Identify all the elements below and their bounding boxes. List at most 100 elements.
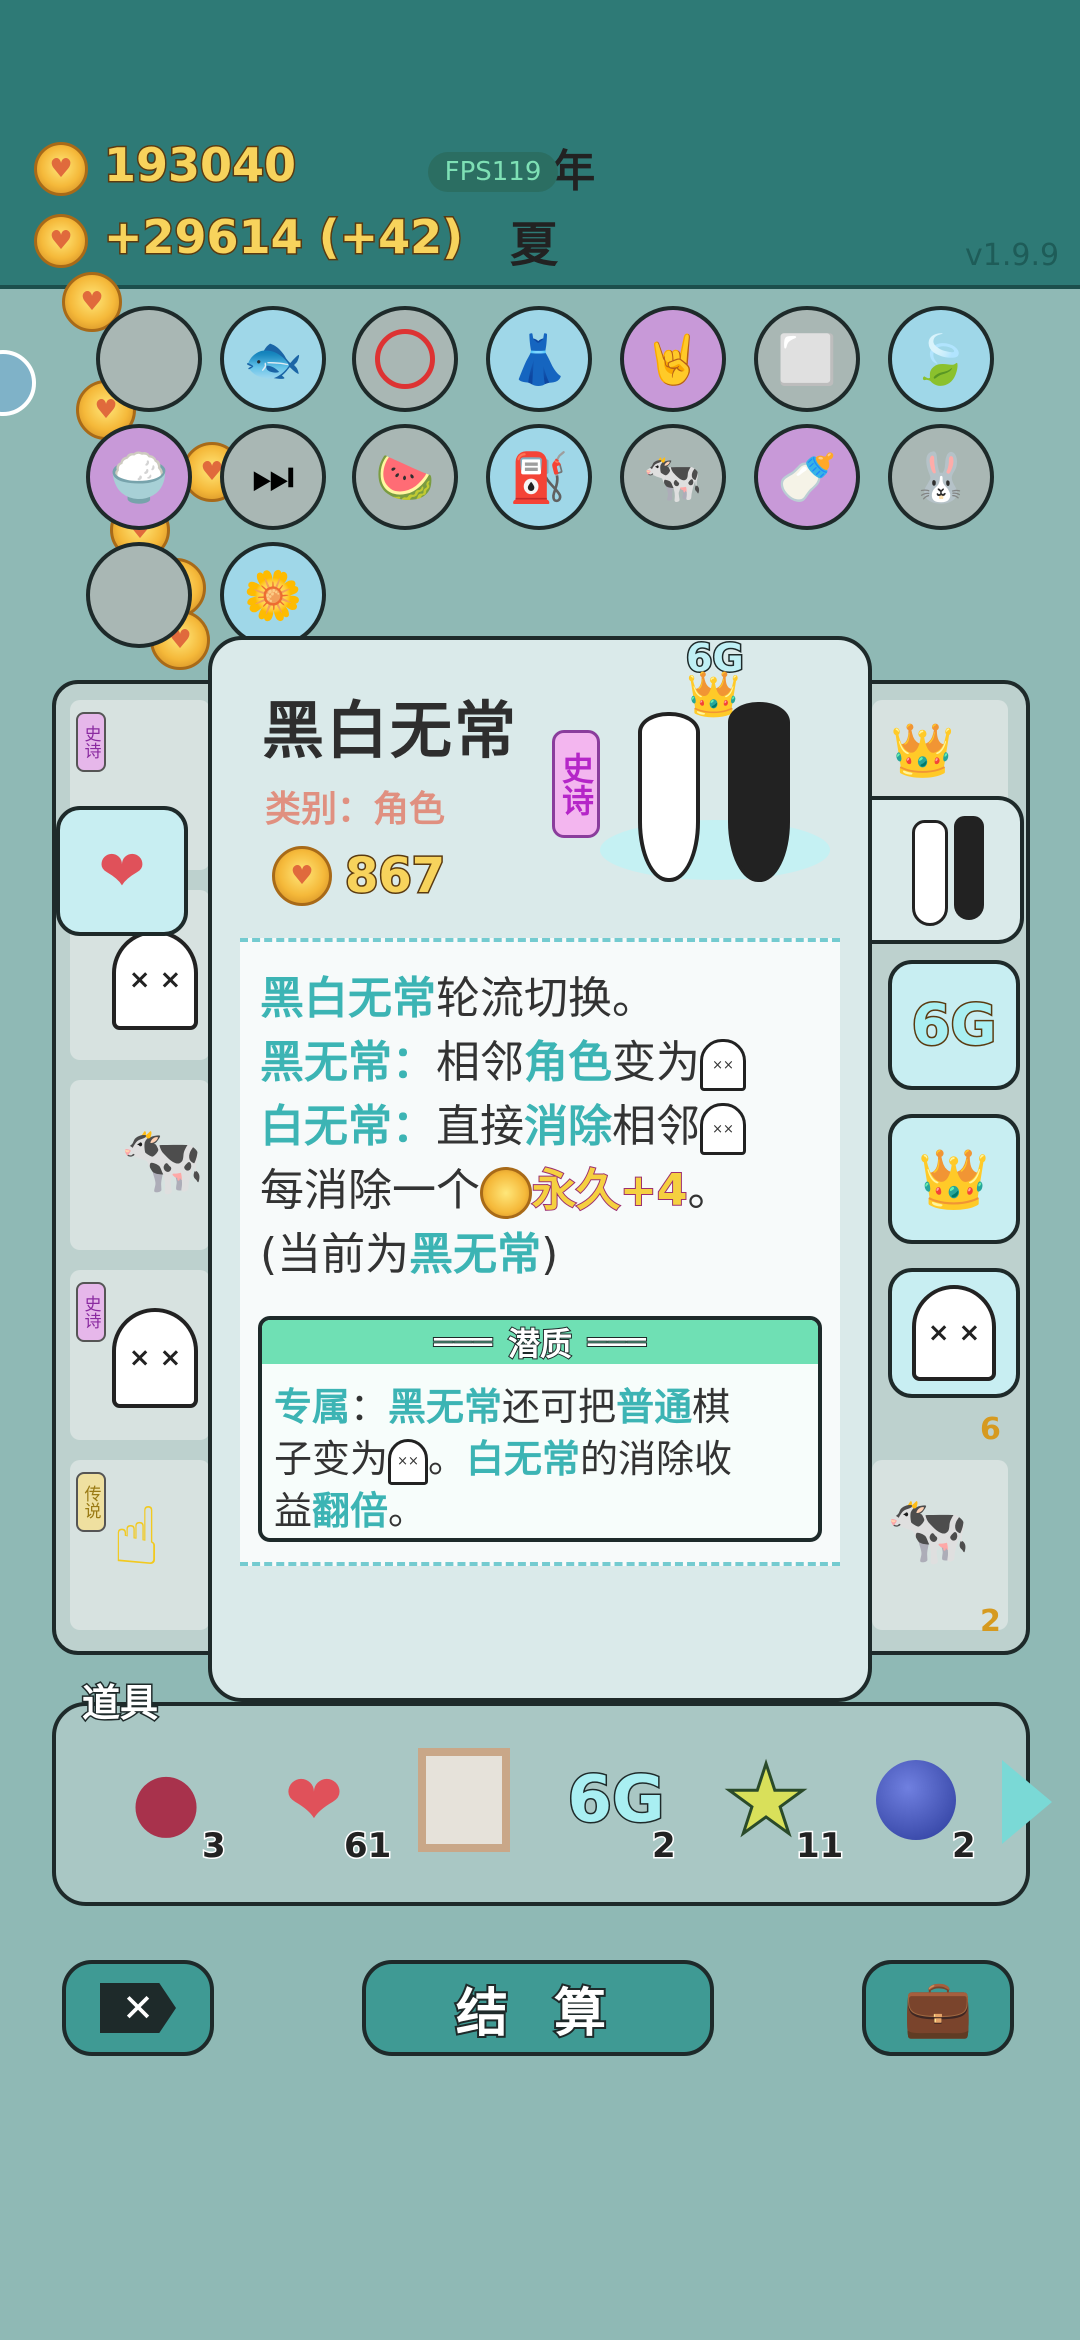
ghost-piece-icon[interactable]: × ×: [112, 1308, 198, 1408]
tab-ghost[interactable]: × ×: [888, 1268, 1020, 1398]
potential-text: ：: [350, 1385, 389, 1429]
desc-text: 变为: [612, 1037, 700, 1088]
coin-icon: [34, 214, 88, 268]
potential-keyword: 普通: [616, 1385, 693, 1429]
potential-text: 的消除收: [580, 1437, 733, 1481]
desc-text: 直接: [436, 1101, 524, 1152]
desc-keyword: 白无常：: [260, 1101, 436, 1152]
potential-text: 。: [388, 1489, 427, 1533]
price-coin-icon: [272, 846, 332, 906]
sleep-button[interactable]: [0, 350, 36, 416]
potential-text: 还可把: [502, 1385, 617, 1429]
potential-keyword: 专属: [274, 1385, 351, 1429]
liver-tab[interactable]: ❤: [56, 806, 188, 936]
desc-keyword: 角色: [524, 1037, 612, 1088]
black-impermanence-icon: [728, 702, 790, 882]
rarity-tag: 史诗: [76, 1282, 106, 1342]
potential-text: 子变为: [274, 1437, 389, 1481]
rock-hand-icon[interactable]: 🤘: [620, 306, 726, 412]
rarity-tag: 史诗: [76, 712, 106, 772]
air-pump-icon[interactable]: ⛽: [486, 424, 592, 530]
item-count: 11: [794, 1825, 844, 1868]
flower-pot-icon[interactable]: 🌼: [220, 542, 326, 648]
settle-button[interactable]: 结 算: [362, 1960, 714, 2056]
next-arrow-icon[interactable]: [1002, 1760, 1052, 1844]
potential-keyword: 白无常: [466, 1437, 581, 1481]
crown-icon: 👑: [917, 1144, 991, 1213]
sixg-icon: 6G: [910, 991, 998, 1059]
white-impermanence-icon: [638, 712, 700, 882]
desc-keyword: 永久+4: [531, 1164, 688, 1217]
potential-keyword: 翻倍: [312, 1489, 389, 1533]
cow-piece-icon[interactable]: 🐄: [886, 1490, 971, 1570]
goldfish-bowl-icon[interactable]: 🐟: [220, 306, 326, 412]
desc-text: 相邻: [436, 1037, 524, 1088]
watermelon-icon[interactable]: 🍉: [352, 424, 458, 530]
desc-text: 相邻: [612, 1101, 700, 1152]
delete-icon: ✕: [100, 1983, 176, 2033]
ghost-piece-icon[interactable]: × ×: [112, 930, 198, 1030]
ghost-icon: ××: [700, 1103, 746, 1155]
tab-character[interactable]: [872, 796, 1024, 944]
ghost-icon: ××: [388, 1438, 429, 1485]
desc-text: 轮流切换。: [436, 973, 656, 1024]
desc-text: (当前为: [260, 1229, 410, 1280]
crown-piece-icon[interactable]: 👑: [890, 720, 955, 781]
pointing-hand-icon[interactable]: ☝: [112, 1490, 161, 1583]
piece-count: 6: [980, 1412, 1001, 1447]
rarity-tag: 传说: [76, 1472, 106, 1532]
sixg-icon: 6G: [566, 1762, 666, 1839]
no-entry-icon[interactable]: [352, 306, 458, 412]
leaf-icon[interactable]: 🍃: [888, 306, 994, 412]
season-label: 夏: [510, 217, 559, 273]
white-impermanence-icon: [912, 820, 948, 926]
briefcase-icon: 💼: [903, 1976, 973, 2041]
desc-keyword: 黑无常: [409, 1229, 542, 1280]
item-title: 黑白无常: [262, 694, 519, 767]
lychee-icon: ●: [131, 1753, 201, 1847]
inventory-button[interactable]: 💼: [862, 1960, 1014, 2056]
desc-text: ): [541, 1229, 559, 1280]
cow-piece-icon[interactable]: 🐄: [120, 1120, 205, 1200]
rabbit-icon[interactable]: 🐰: [888, 424, 994, 530]
liver-icon: ❤: [98, 838, 146, 904]
potential-header: ═══ 潜质 ═══: [262, 1320, 818, 1364]
potential-title: 潜质: [507, 1324, 573, 1364]
potential-box: ═══ 潜质 ═══ 专属：黑无常还可把普通棋 子变为 ×× 。白无常的消除收 益翻倍。: [258, 1316, 822, 1542]
coin-icon: [34, 142, 88, 196]
skip-icon[interactable]: ⏭: [220, 424, 326, 530]
skirt-icon[interactable]: 👗: [486, 306, 592, 412]
shop-slot-1[interactable]: [96, 306, 202, 412]
breast-pump-icon[interactable]: 🍼: [754, 424, 860, 530]
desc-text: 每消除一个: [260, 1165, 480, 1216]
version-label: v1.9.9: [965, 238, 1060, 273]
settle-label: 结 算: [454, 1982, 621, 2046]
fps-counter: FPS119: [428, 152, 558, 192]
cloud-decoration: [600, 820, 830, 880]
item-count: 61: [342, 1825, 392, 1868]
frame-item[interactable]: [404, 1730, 524, 1870]
item-count: 3: [201, 1825, 228, 1868]
desc-keyword: 黑无常：: [260, 1037, 436, 1088]
frame-icon: [418, 1748, 510, 1852]
cows-icon[interactable]: 🐄: [620, 424, 726, 530]
item-category: 类别：角色: [265, 789, 446, 830]
ghost-icon: ××: [700, 1039, 746, 1091]
tab-crown[interactable]: 👑: [888, 1114, 1020, 1244]
shop-slot-3a[interactable]: [86, 542, 192, 648]
item-price: 867: [343, 847, 446, 906]
close-button[interactable]: ✕: [62, 1960, 214, 2056]
potential-text: 。: [428, 1437, 467, 1481]
blueberry-icon: [876, 1760, 956, 1840]
ghost-icon: × ×: [912, 1285, 996, 1381]
potential-text: 益: [274, 1489, 313, 1533]
piece-count: 2: [980, 1604, 1001, 1639]
item-count: 2: [651, 1825, 678, 1868]
rarity-badge: 史诗: [552, 730, 600, 838]
item-count: 2: [951, 1825, 978, 1868]
tab-6g[interactable]: 6G: [888, 960, 1020, 1090]
rice-bowl-icon[interactable]: 🍚: [86, 424, 192, 530]
coin-icon: [480, 1167, 532, 1219]
desc-text: 。: [687, 1165, 732, 1216]
stones-icon[interactable]: ⬜: [754, 306, 860, 412]
